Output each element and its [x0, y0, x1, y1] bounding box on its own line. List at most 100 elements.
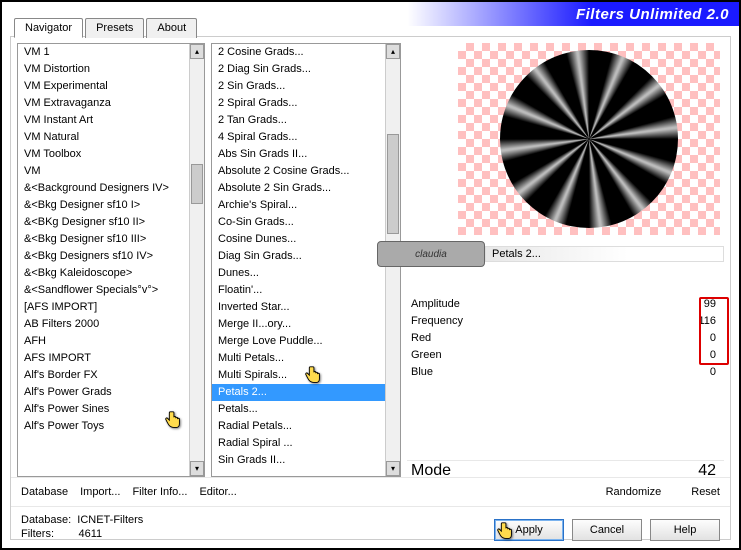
filter-item[interactable]: Abs Sin Grads II...	[212, 146, 400, 163]
category-item[interactable]: AFS IMPORT	[18, 350, 204, 367]
category-item[interactable]: &<Sandflower Specials°v°>	[18, 282, 204, 299]
filter-item[interactable]: Multi Spirals...	[212, 367, 400, 384]
filter-item[interactable]: Sin Grads II...	[212, 452, 400, 469]
database-button[interactable]: Database	[21, 486, 68, 498]
filter-item[interactable]: Diag Sin Grads...	[212, 248, 400, 265]
tab-presets[interactable]: Presets	[85, 18, 144, 38]
scroll-up-icon[interactable]: ▴	[386, 44, 400, 59]
status-db-value: ICNET-Filters	[77, 514, 143, 526]
scroll-down-icon[interactable]: ▾	[190, 461, 204, 476]
param-label: Frequency	[411, 315, 463, 327]
param-row-amplitude[interactable]: Amplitude 99	[407, 295, 724, 312]
navigator-panel: VM 1VM DistortionVM ExperimentalVM Extra…	[10, 36, 731, 540]
link-button-row: Database Import... Filter Info... Editor…	[11, 477, 730, 507]
cancel-button[interactable]: Cancel	[572, 519, 642, 541]
filter-item[interactable]: 2 Tan Grads...	[212, 112, 400, 129]
help-button[interactable]: Help	[650, 519, 720, 541]
category-item[interactable]: &<Bkg Designers sf10 IV>	[18, 248, 204, 265]
scroll-thumb[interactable]	[387, 134, 399, 234]
category-item[interactable]: VM Experimental	[18, 78, 204, 95]
param-row-frequency[interactable]: Frequency 116	[407, 312, 724, 329]
status-filters-value: 4611	[78, 528, 102, 540]
category-item[interactable]: Alf's Border FX	[18, 367, 204, 384]
filter-item[interactable]: Archie's Spiral...	[212, 197, 400, 214]
category-item[interactable]: &<Bkg Designer sf10 I>	[18, 197, 204, 214]
reset-button[interactable]: Reset	[691, 486, 720, 498]
preview-column: claudia Petals 2... Amplitude99Frequency…	[407, 43, 724, 477]
param-value: 116	[686, 315, 716, 327]
filter-item[interactable]: 2 Sin Grads...	[212, 78, 400, 95]
category-item[interactable]: VM Instant Art	[18, 112, 204, 129]
filter-item[interactable]: Petals 2...	[212, 384, 400, 401]
tab-navigator[interactable]: Navigator	[14, 18, 83, 38]
mode-value: 42	[686, 462, 716, 480]
param-value: 99	[686, 298, 716, 310]
category-item[interactable]: VM Toolbox	[18, 146, 204, 163]
category-item[interactable]: AB Filters 2000	[18, 316, 204, 333]
category-item[interactable]: &<Bkg Designer sf10 III>	[18, 231, 204, 248]
filter-item[interactable]: 2 Cosine Grads...	[212, 44, 400, 61]
filter-item[interactable]: Merge Love Puddle...	[212, 333, 400, 350]
filter-item[interactable]: Inverted Star...	[212, 299, 400, 316]
mode-label: Mode	[411, 462, 451, 480]
filter-item[interactable]: Dunes...	[212, 265, 400, 282]
filter-info-button[interactable]: Filter Info...	[132, 486, 187, 498]
category-item[interactable]: Alf's Power Toys	[18, 418, 204, 435]
category-item[interactable]: &<Bkg Kaleidoscope>	[18, 265, 204, 282]
app-title: Filters Unlimited 2.0	[576, 6, 729, 23]
editor-button[interactable]: Editor...	[199, 486, 236, 498]
category-item[interactable]: AFH	[18, 333, 204, 350]
param-value: 0	[686, 366, 716, 378]
filter-item[interactable]: Absolute 2 Sin Grads...	[212, 180, 400, 197]
param-label: Green	[411, 349, 442, 361]
category-item[interactable]: &<BKg Designer sf10 II>	[18, 214, 204, 231]
category-item[interactable]: Alf's Power Sines	[18, 401, 204, 418]
param-row-green[interactable]: Green 0	[407, 346, 724, 363]
param-row-blue[interactable]: Blue 0	[407, 363, 724, 380]
filter-item[interactable]: Petals...	[212, 401, 400, 418]
filter-item[interactable]: Co-Sin Grads...	[212, 214, 400, 231]
filter-item[interactable]: Floatin'...	[212, 282, 400, 299]
status-filters-label: Filters:	[21, 528, 54, 540]
category-item[interactable]: VM 1	[18, 44, 204, 61]
filter-item[interactable]: 2 Spiral Grads...	[212, 95, 400, 112]
watermark-badge: claudia	[377, 241, 485, 267]
category-item[interactable]: &<Background Designers IV>	[18, 180, 204, 197]
import-button[interactable]: Import...	[80, 486, 120, 498]
param-value: 0	[686, 349, 716, 361]
tab-about[interactable]: About	[146, 18, 197, 38]
filter-item[interactable]: 2 Diag Sin Grads...	[212, 61, 400, 78]
filter-item[interactable]: Cosine Dunes...	[212, 231, 400, 248]
category-item[interactable]: Alf's Power Grads	[18, 384, 204, 401]
category-item[interactable]: VM Natural	[18, 129, 204, 146]
tab-strip: Navigator Presets About	[14, 18, 199, 38]
filter-item[interactable]: Radial Petals...	[212, 418, 400, 435]
param-row-red[interactable]: Red 0	[407, 329, 724, 346]
category-item[interactable]: [AFS IMPORT]	[18, 299, 204, 316]
filter-item[interactable]: 4 Spiral Grads...	[212, 129, 400, 146]
param-label: Red	[411, 332, 431, 344]
parameters-panel: Amplitude 99 Frequency 116 Red 0 Green 0 Blue 0	[407, 295, 724, 380]
category-item[interactable]: VM Distortion	[18, 61, 204, 78]
param-label: Amplitude	[411, 298, 460, 310]
scroll-thumb[interactable]	[191, 164, 203, 204]
category-item[interactable]: VM	[18, 163, 204, 180]
filter-item[interactable]: Merge II...ory...	[212, 316, 400, 333]
status-db-label: Database:	[21, 514, 71, 526]
scroll-up-icon[interactable]: ▴	[190, 44, 204, 59]
randomize-button[interactable]: Randomize	[606, 486, 662, 498]
filter-item[interactable]: Absolute 2 Cosine Grads...	[212, 163, 400, 180]
param-value: 0	[686, 332, 716, 344]
filter-item[interactable]: Multi Petals...	[212, 350, 400, 367]
status-row: Database: ICNET-Filters Filters: 4611 Ap…	[11, 507, 730, 547]
scrollbar[interactable]: ▴ ▾	[189, 44, 204, 476]
param-label: Blue	[411, 366, 433, 378]
scroll-down-icon[interactable]: ▾	[386, 461, 400, 476]
apply-button[interactable]: Apply	[494, 519, 564, 541]
category-listbox[interactable]: VM 1VM DistortionVM ExperimentalVM Extra…	[17, 43, 205, 477]
filter-name-label: Petals 2...	[485, 246, 724, 262]
filter-item[interactable]: Radial Spiral ...	[212, 435, 400, 452]
filter-listbox[interactable]: 2 Cosine Grads...2 Diag Sin Grads...2 Si…	[211, 43, 401, 477]
preview-image	[458, 43, 720, 235]
category-item[interactable]: VM Extravaganza	[18, 95, 204, 112]
